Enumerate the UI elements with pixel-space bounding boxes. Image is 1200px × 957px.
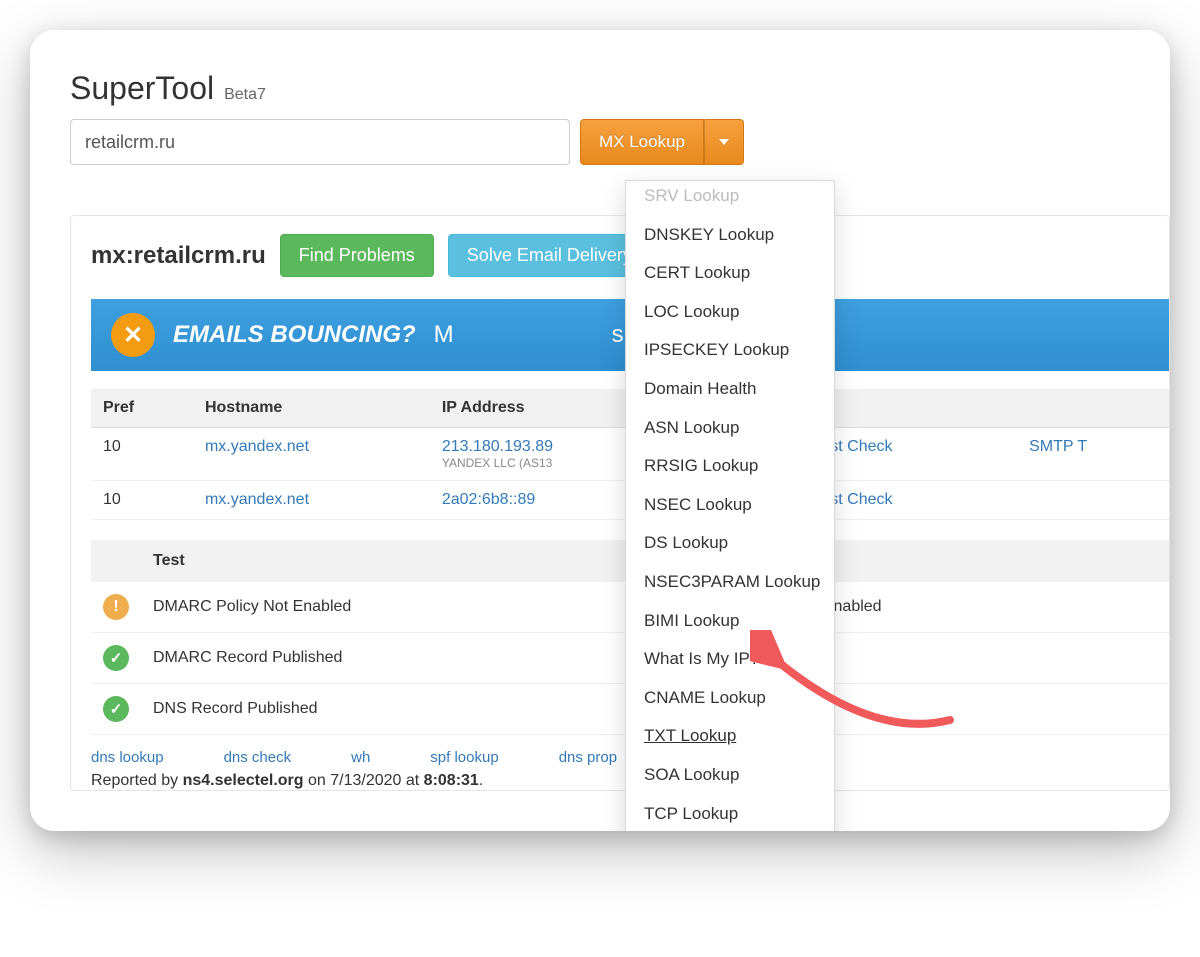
- ip-link[interactable]: 2a02:6b8::89: [442, 491, 535, 508]
- dropdown-item[interactable]: CERT Lookup: [626, 254, 834, 293]
- banner-text-mid: M: [434, 321, 454, 349]
- search-row: MX Lookup: [70, 119, 1170, 165]
- dropdown-item[interactable]: BIMI Lookup: [626, 602, 834, 641]
- reported-prefix: Reported by: [91, 772, 183, 789]
- cell-smtp: SMTP T: [1017, 428, 1169, 481]
- col-smtp: [1017, 389, 1169, 428]
- related-tool-link[interactable]: dns lookup: [91, 749, 164, 766]
- dropdown-item[interactable]: SRV Lookup: [626, 177, 834, 216]
- dropdown-item[interactable]: ASN Lookup: [626, 409, 834, 448]
- cell-hostname: mx.yandex.net: [193, 428, 430, 481]
- reported-time: 8:08:31: [424, 772, 479, 789]
- beta-label: Beta7: [224, 86, 266, 104]
- cell-status: [91, 684, 141, 735]
- cell-pref: 10: [91, 428, 193, 481]
- banner-text-a: EMAILS BOUNCING?: [173, 321, 416, 349]
- cell-status: [91, 633, 141, 684]
- dropdown-item[interactable]: SOA Lookup: [626, 756, 834, 795]
- related-tool-link[interactable]: dns check: [224, 749, 292, 766]
- app-card: SuperTool Beta7 MX Lookup mx:retailcrm.r…: [30, 30, 1170, 831]
- smtp-link[interactable]: SMTP T: [1029, 438, 1087, 455]
- lookup-button-group: MX Lookup: [580, 119, 744, 165]
- col-hostname: Hostname: [193, 389, 430, 428]
- dropdown-item[interactable]: LOC Lookup: [626, 293, 834, 332]
- related-tool-link[interactable]: spf lookup: [430, 749, 498, 766]
- warning-icon: [103, 594, 129, 620]
- page-title: SuperTool: [70, 70, 214, 107]
- results-panel: mx:retailcrm.ru Find Problems Solve Emai…: [70, 215, 1170, 791]
- hostname-link[interactable]: mx.yandex.net: [205, 438, 309, 455]
- hostname-link[interactable]: mx.yandex.net: [205, 491, 309, 508]
- title-row: SuperTool Beta7: [70, 70, 1170, 107]
- related-tool-link[interactable]: dns prop: [559, 749, 617, 766]
- col-status: [91, 540, 141, 582]
- find-problems-button[interactable]: Find Problems: [280, 234, 434, 277]
- related-tool-link[interactable]: wh: [351, 749, 370, 766]
- cell-smtp: [1017, 481, 1169, 520]
- dropdown-item[interactable]: DS Lookup: [626, 524, 834, 563]
- mx-lookup-button[interactable]: MX Lookup: [580, 119, 704, 165]
- ip-link[interactable]: 213.180.193.89: [442, 438, 553, 455]
- dropdown-item[interactable]: TXT Lookup: [626, 717, 834, 756]
- dropdown-item[interactable]: CNAME Lookup: [626, 679, 834, 718]
- dropdown-item[interactable]: NSEC Lookup: [626, 486, 834, 525]
- lookup-dropdown-toggle[interactable]: [704, 119, 744, 165]
- cell-status: [91, 582, 141, 633]
- dropdown-item[interactable]: RRSIG Lookup: [626, 447, 834, 486]
- dropdown-item[interactable]: Domain Health: [626, 370, 834, 409]
- check-icon: [103, 696, 129, 722]
- results-title: mx:retailcrm.ru: [91, 242, 266, 270]
- check-icon: [103, 645, 129, 671]
- reported-server: ns4.selectel.org: [183, 772, 304, 789]
- dropdown-item[interactable]: NSEC3PARAM Lookup: [626, 563, 834, 602]
- close-icon: [111, 313, 155, 357]
- chevron-down-icon: [719, 139, 729, 145]
- reported-on: on 7/13/2020 at: [304, 772, 424, 789]
- dropdown-item[interactable]: IPSECKEY Lookup: [626, 331, 834, 370]
- cell-hostname: mx.yandex.net: [193, 481, 430, 520]
- lookup-dropdown[interactable]: SRV LookupDNSKEY LookupCERT LookupLOC Lo…: [625, 180, 835, 831]
- panel-header: mx:retailcrm.ru Find Problems Solve Emai…: [71, 216, 1169, 299]
- domain-input[interactable]: [70, 119, 570, 165]
- dropdown-item[interactable]: DNSKEY Lookup: [626, 216, 834, 255]
- col-pref: Pref: [91, 389, 193, 428]
- dropdown-item[interactable]: TCP Lookup: [626, 795, 834, 832]
- dropdown-item[interactable]: What Is My IP?: [626, 640, 834, 679]
- cell-pref: 10: [91, 481, 193, 520]
- reported-tail: .: [479, 772, 483, 789]
